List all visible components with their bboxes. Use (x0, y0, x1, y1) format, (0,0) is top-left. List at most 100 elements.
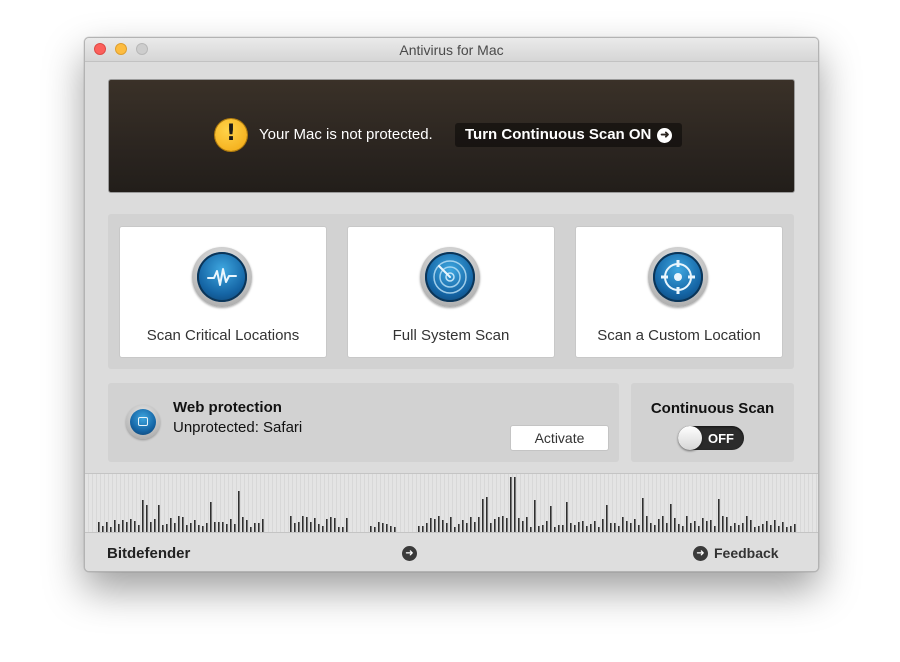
activity-bar (206, 523, 208, 532)
activity-bar (450, 517, 452, 532)
toggle-state-label: OFF (708, 431, 734, 446)
activity-bar (578, 522, 580, 532)
activity-bar (382, 523, 384, 532)
activity-bar (470, 517, 472, 532)
activity-bar (590, 524, 592, 532)
scan-options-panel: Scan Critical Locations Full System Scan (108, 214, 794, 369)
activity-bar (486, 497, 488, 532)
bitdefender-logo: Bitdefender (107, 545, 191, 562)
activity-bar (722, 516, 724, 532)
activity-bar (566, 502, 568, 532)
activity-bar (194, 520, 196, 532)
activity-bar (614, 523, 616, 532)
continuous-scan-toggle[interactable]: OFF (678, 426, 744, 450)
activity-bar (218, 522, 220, 532)
activity-bar (142, 500, 144, 532)
activity-bar (718, 499, 720, 532)
scan-critical-locations-button[interactable]: Scan Critical Locations (120, 227, 326, 357)
full-system-scan-button[interactable]: Full System Scan (348, 227, 554, 357)
activity-bar (190, 523, 192, 532)
activity-bar (610, 523, 612, 532)
feedback-arrow-icon[interactable]: ➜ (693, 546, 708, 561)
activity-bar (546, 521, 548, 532)
activity-bar (782, 522, 784, 532)
activity-bar (210, 502, 212, 532)
activity-bar (334, 518, 336, 532)
activity-bar (674, 518, 676, 532)
activity-bar (462, 520, 464, 532)
activity-bar (446, 523, 448, 532)
activity-bar (514, 477, 516, 532)
activity-bar (642, 498, 644, 532)
activity-bar (126, 522, 128, 532)
web-protection-title: Web protection (173, 399, 282, 416)
activity-bar (186, 525, 188, 532)
turn-on-label: Turn Continuous Scan ON (465, 126, 652, 143)
activity-bar (654, 525, 656, 532)
scan-critical-label: Scan Critical Locations (146, 327, 300, 344)
continuous-scan-panel: Continuous Scan OFF (631, 383, 794, 462)
full-system-scan-label: Full System Scan (392, 327, 510, 344)
activity-bar (438, 516, 440, 532)
turn-continuous-scan-on-link[interactable]: Turn Continuous Scan ON ➜ (455, 123, 683, 147)
activity-bar (482, 499, 484, 532)
activity-bar (694, 521, 696, 532)
toggle-knob (678, 426, 702, 450)
activity-bar (494, 519, 496, 532)
activity-bar (130, 519, 132, 532)
activity-bar (458, 524, 460, 532)
activity-bar (630, 523, 632, 532)
activity-bar (574, 525, 576, 532)
scan-custom-location-label: Scan a Custom Location (597, 327, 761, 344)
footer-bar: Bitdefender ➜ ➜ Feedback (85, 532, 818, 571)
activity-bar (122, 520, 124, 532)
arrow-right-icon[interactable]: ➜ (402, 546, 417, 561)
activity-bar (182, 517, 184, 532)
activity-bar (650, 523, 652, 532)
activity-bar (386, 524, 388, 532)
activity-bar (766, 521, 768, 532)
activity-bar (330, 517, 332, 532)
pulse-icon (192, 247, 252, 307)
activity-bar (498, 517, 500, 532)
feedback-link[interactable]: Feedback (714, 545, 779, 561)
activity-bar (490, 523, 492, 532)
activity-bar (750, 520, 752, 532)
activity-bar (302, 516, 304, 532)
activity-bar (518, 518, 520, 532)
activity-bar (290, 516, 292, 532)
activity-bar (562, 525, 564, 532)
scan-custom-location-button[interactable]: Scan a Custom Location (576, 227, 782, 357)
activity-bar (646, 516, 648, 532)
activity-bar (114, 520, 116, 532)
activity-bar (702, 518, 704, 532)
activity-bar (550, 506, 552, 532)
activity-bar (570, 523, 572, 532)
activity-bar (198, 525, 200, 532)
activity-bar (254, 523, 256, 532)
title-bar: Antivirus for Mac (85, 38, 818, 62)
activity-bar (746, 516, 748, 532)
window-title: Antivirus for Mac (399, 42, 504, 58)
activate-button[interactable]: Activate (511, 426, 608, 450)
activity-bar (738, 525, 740, 532)
activity-bar (306, 517, 308, 532)
activity-bar (318, 524, 320, 532)
activity-bar (314, 518, 316, 532)
activity-bar (298, 522, 300, 532)
activity-bar (134, 521, 136, 532)
activity-bar (542, 525, 544, 532)
activity-bar (622, 517, 624, 532)
web-protection-icon (126, 405, 160, 439)
web-protection-panel: Web protection Unprotected: Safari Activ… (108, 383, 619, 462)
app-window: Antivirus for Mac ! Your Mac is not prot… (84, 37, 819, 572)
activity-bar (690, 523, 692, 532)
activity-bar (214, 522, 216, 532)
activity-bar (582, 521, 584, 532)
activity-bar (742, 523, 744, 532)
activity-bar (686, 516, 688, 532)
activity-bar (726, 517, 728, 532)
activity-bar (606, 505, 608, 532)
warning-icon: ! (215, 119, 247, 151)
activity-bar (434, 519, 436, 532)
